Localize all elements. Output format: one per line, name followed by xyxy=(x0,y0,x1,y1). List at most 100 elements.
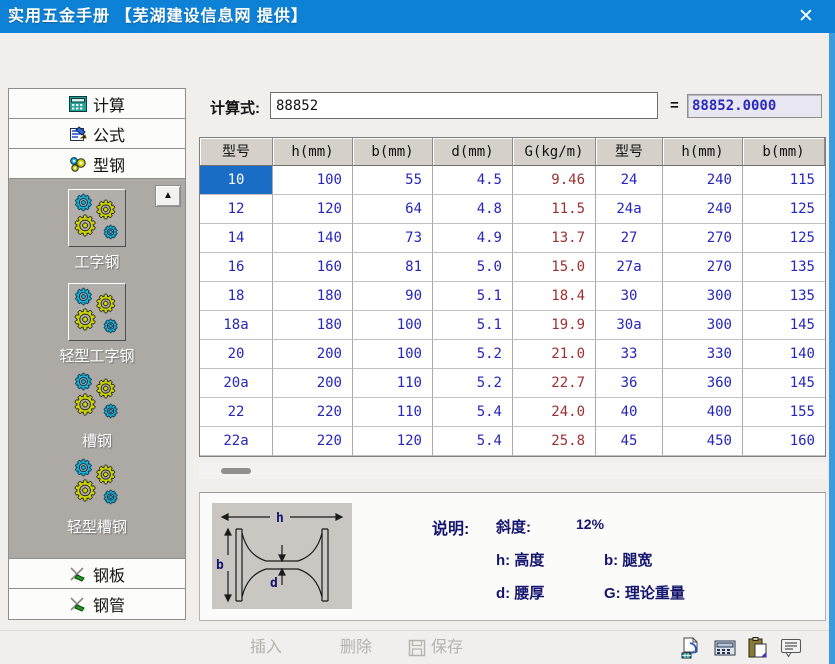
table-header-cell[interactable]: b(mm) xyxy=(743,138,825,166)
table-cell[interactable]: 5.0 xyxy=(433,253,513,282)
calculator-icon[interactable] xyxy=(713,636,737,660)
table-cell[interactable]: 30a xyxy=(596,311,663,340)
table-cell[interactable]: 160 xyxy=(743,427,825,456)
table-cell[interactable]: 10 xyxy=(200,166,273,195)
table-cell[interactable]: 100 xyxy=(353,311,433,340)
table-cell[interactable]: 22 xyxy=(200,398,273,427)
table-cell[interactable]: 27a xyxy=(596,253,663,282)
table-cell[interactable]: 5.1 xyxy=(433,282,513,311)
table-cell[interactable]: 24a xyxy=(596,195,663,224)
table-cell[interactable]: 73 xyxy=(353,224,433,253)
table-cell[interactable]: 55 xyxy=(353,166,433,195)
close-icon[interactable]: ✕ xyxy=(791,0,821,33)
table-cell[interactable]: 15.0 xyxy=(513,253,596,282)
table-row[interactable]: 222201105.424.040400155 xyxy=(200,398,825,427)
table-cell[interactable]: 21.0 xyxy=(513,340,596,369)
table-cell[interactable]: 200 xyxy=(273,340,353,369)
table-row[interactable]: 202001005.221.033330140 xyxy=(200,340,825,369)
table-cell[interactable]: 240 xyxy=(663,166,743,195)
table-cell[interactable]: 200 xyxy=(273,369,353,398)
table-cell[interactable]: 20 xyxy=(200,340,273,369)
table-cell[interactable]: 5.1 xyxy=(433,311,513,340)
shape-item-channel[interactable]: ⚙⚙⚙⚙ 槽钢 xyxy=(9,371,185,451)
table-cell[interactable]: 135 xyxy=(743,253,825,282)
table-cell[interactable]: 16 xyxy=(200,253,273,282)
table-header-cell[interactable]: 型号 xyxy=(596,138,663,166)
table-cell[interactable]: 18a xyxy=(200,311,273,340)
table-cell[interactable]: 5.2 xyxy=(433,369,513,398)
table-row[interactable]: 14140734.913.727270125 xyxy=(200,224,825,253)
table-cell[interactable]: 240 xyxy=(663,195,743,224)
table-cell[interactable]: 220 xyxy=(273,427,353,456)
table-cell[interactable]: 180 xyxy=(273,282,353,311)
horizontal-scrollbar-thumb[interactable] xyxy=(221,468,251,474)
table-cell[interactable]: 40 xyxy=(596,398,663,427)
table-cell[interactable]: 20a xyxy=(200,369,273,398)
table-row[interactable]: 12120644.811.524a240125 xyxy=(200,195,825,224)
table-cell[interactable]: 25.8 xyxy=(513,427,596,456)
table-cell[interactable]: 270 xyxy=(663,253,743,282)
table-cell[interactable]: 100 xyxy=(273,166,353,195)
table-cell[interactable]: 13.7 xyxy=(513,224,596,253)
sidebar-item-calculate[interactable]: 计算 xyxy=(9,89,185,119)
table-row[interactable]: 18a1801005.119.930a300145 xyxy=(200,311,825,340)
table-cell[interactable]: 120 xyxy=(273,195,353,224)
table-cell[interactable]: 300 xyxy=(663,311,743,340)
table-cell[interactable]: 30 xyxy=(596,282,663,311)
table-cell[interactable]: 11.5 xyxy=(513,195,596,224)
table-cell[interactable]: 145 xyxy=(743,369,825,398)
sidebar-item-steel-plate[interactable]: 钢板 xyxy=(9,559,185,589)
table-cell[interactable]: 18.4 xyxy=(513,282,596,311)
table-cell[interactable]: 14 xyxy=(200,224,273,253)
table-header-cell[interactable]: h(mm) xyxy=(663,138,743,166)
table-cell[interactable]: 180 xyxy=(273,311,353,340)
table-cell[interactable]: 22a xyxy=(200,427,273,456)
horizontal-scrollbar[interactable] xyxy=(199,463,826,479)
table-cell[interactable]: 18 xyxy=(200,282,273,311)
table-cell[interactable]: 110 xyxy=(353,398,433,427)
table-cell[interactable]: 19.9 xyxy=(513,311,596,340)
table-cell[interactable]: 90 xyxy=(353,282,433,311)
save-button[interactable]: 保存 xyxy=(408,631,463,664)
table-cell[interactable]: 22.7 xyxy=(513,369,596,398)
table-cell[interactable]: 160 xyxy=(273,253,353,282)
table-cell[interactable]: 27 xyxy=(596,224,663,253)
table-header-cell[interactable]: G(kg/m) xyxy=(513,138,596,166)
table-cell[interactable]: 120 xyxy=(353,427,433,456)
table-row[interactable]: 10100554.59.4624240115 xyxy=(200,166,825,195)
table-header-cell[interactable]: 型号 xyxy=(200,138,273,166)
export-to-table-icon[interactable] xyxy=(680,636,704,660)
table-cell[interactable]: 300 xyxy=(663,282,743,311)
sidebar-item-section-steel[interactable]: 型钢 xyxy=(9,149,185,179)
table-cell[interactable]: 45 xyxy=(596,427,663,456)
table-header-cell[interactable]: d(mm) xyxy=(433,138,513,166)
table-cell[interactable]: 140 xyxy=(743,340,825,369)
notes-icon[interactable] xyxy=(779,636,803,660)
table-cell[interactable]: 220 xyxy=(273,398,353,427)
table-cell[interactable]: 125 xyxy=(743,224,825,253)
table-row[interactable]: 16160815.015.027a270135 xyxy=(200,253,825,282)
table-cell[interactable]: 24.0 xyxy=(513,398,596,427)
table-cell[interactable]: 5.4 xyxy=(433,398,513,427)
table-cell[interactable]: 5.4 xyxy=(433,427,513,456)
table-cell[interactable]: 140 xyxy=(273,224,353,253)
table-cell[interactable]: 9.46 xyxy=(513,166,596,195)
table-header-cell[interactable]: h(mm) xyxy=(273,138,353,166)
table-cell[interactable]: 33 xyxy=(596,340,663,369)
table-cell[interactable]: 400 xyxy=(663,398,743,427)
table-row[interactable]: 20a2001105.222.736360145 xyxy=(200,369,825,398)
table-cell[interactable]: 100 xyxy=(353,340,433,369)
table-cell[interactable]: 5.2 xyxy=(433,340,513,369)
table-cell[interactable]: 4.5 xyxy=(433,166,513,195)
table-cell[interactable]: 330 xyxy=(663,340,743,369)
table-cell[interactable]: 135 xyxy=(743,282,825,311)
shape-item-light-channel[interactable]: ⚙⚙⚙⚙ 轻型槽钢 xyxy=(9,457,185,537)
table-cell[interactable]: 145 xyxy=(743,311,825,340)
delete-button[interactable]: 删除 xyxy=(340,631,372,664)
table-cell[interactable]: 4.8 xyxy=(433,195,513,224)
calc-expression-input[interactable] xyxy=(270,92,658,119)
table-row[interactable]: 18180905.118.430300135 xyxy=(200,282,825,311)
table-cell[interactable]: 115 xyxy=(743,166,825,195)
table-cell[interactable]: 360 xyxy=(663,369,743,398)
table-cell[interactable]: 81 xyxy=(353,253,433,282)
